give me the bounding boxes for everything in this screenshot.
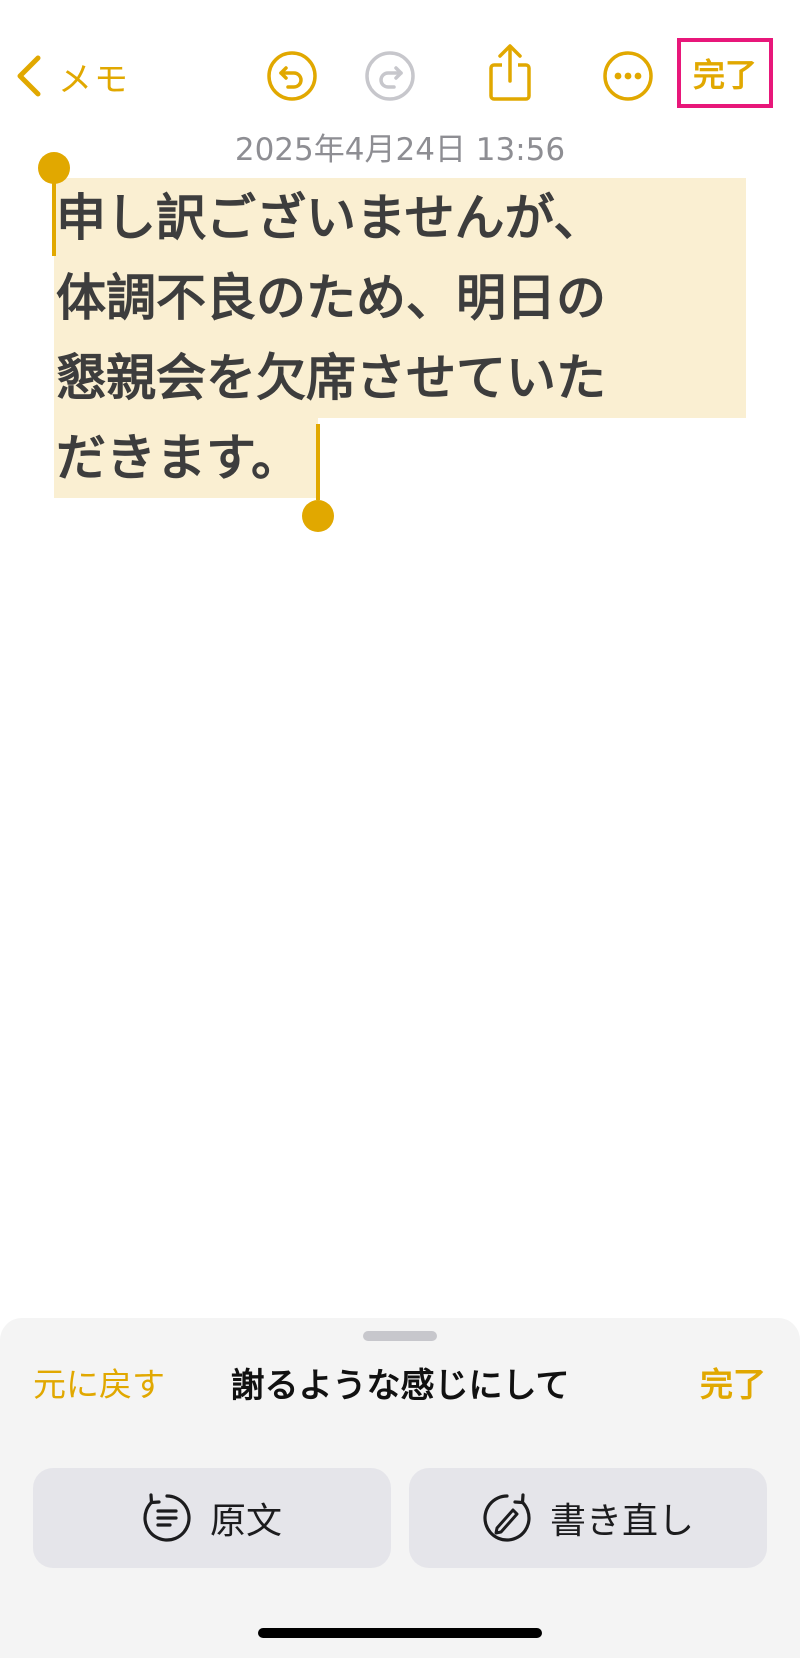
selection-end-caret (316, 424, 320, 500)
note-line: 体調不良のため、明日の (56, 269, 606, 327)
note-timestamp: 2025年4月24日 13:56 (234, 132, 566, 168)
selection-start-caret (52, 178, 56, 256)
writing-tools-sheet: 謝るような感じにして 元に戻す 完了 原文 書き直し (0, 1318, 800, 1658)
selection-highlight: だきます。 (54, 418, 318, 498)
back-button[interactable]: メモ (14, 48, 130, 104)
undo-icon (266, 50, 318, 106)
note-line: だきます。 (56, 429, 301, 487)
sheet-grabber[interactable] (363, 1331, 437, 1341)
revert-button[interactable]: 元に戻す (33, 1358, 165, 1406)
rewrite-button[interactable]: 書き直し (409, 1468, 767, 1568)
share-button[interactable] (482, 44, 538, 106)
more-icon (602, 50, 654, 106)
sheet-done-button[interactable]: 完了 (700, 1358, 766, 1406)
selection-highlight: 体調不良のため、明日の (54, 258, 746, 338)
share-icon (486, 43, 534, 107)
more-button[interactable] (600, 50, 656, 106)
original-label: 原文 (209, 1501, 282, 1542)
chevron-left-icon (14, 54, 44, 98)
selection-highlight: 懇親会を欠席させていた (54, 338, 746, 418)
original-text-icon (142, 1493, 192, 1543)
home-indicator[interactable] (258, 1628, 542, 1638)
note-line: 懇親会を欠席させていた (56, 349, 606, 407)
selection-end-handle[interactable] (302, 500, 334, 532)
back-label: メモ (58, 59, 130, 100)
rewrite-label: 書き直し (549, 1501, 694, 1542)
selection-highlight: 申し訳ございませんが、 (54, 178, 746, 258)
done-button[interactable]: 完了 (677, 38, 773, 108)
rewrite-icon (482, 1493, 532, 1543)
note-line: 申し訳ございませんが、 (56, 189, 604, 247)
undo-button[interactable] (264, 50, 320, 106)
original-button[interactable]: 原文 (33, 1468, 391, 1568)
redo-icon (364, 50, 416, 106)
redo-button[interactable] (362, 50, 418, 106)
